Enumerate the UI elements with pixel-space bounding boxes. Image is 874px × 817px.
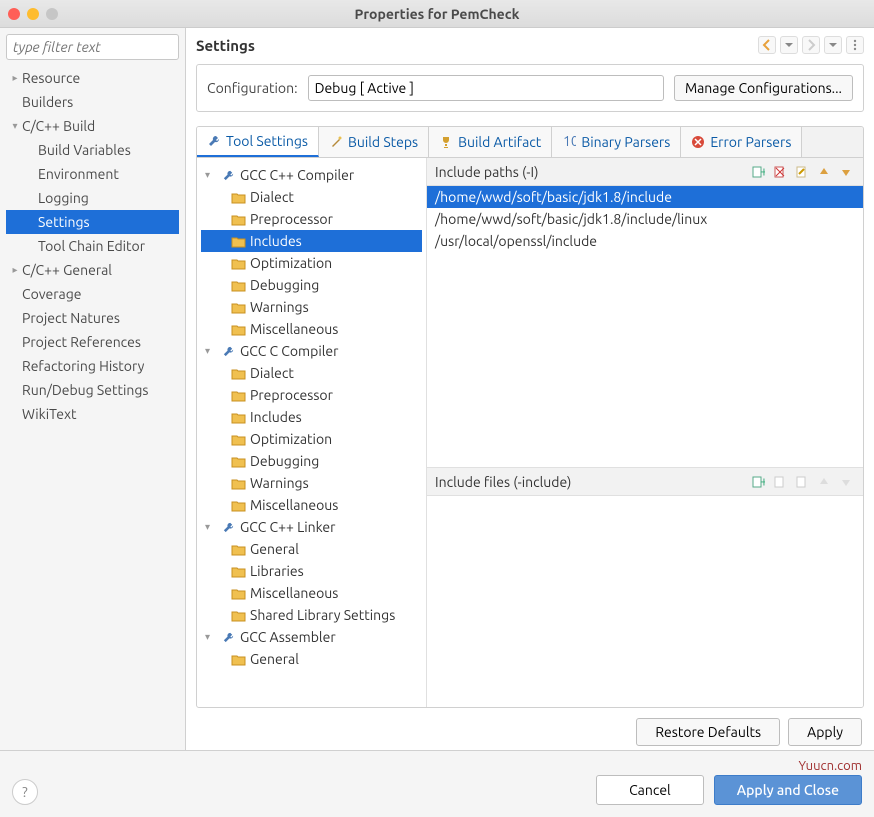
- delete-file-icon[interactable]: [771, 473, 789, 491]
- watermark: Yuucn.com: [798, 759, 862, 773]
- configuration-box: Configuration: Debug [ Active ] Manage C…: [196, 64, 864, 112]
- window-title: Properties for PemCheck: [0, 6, 874, 22]
- tab-error-parsers[interactable]: Error Parsers: [681, 127, 802, 157]
- tabs-container: Tool SettingsBuild StepsBuild Artifact10…: [196, 126, 864, 708]
- minimize-window[interactable]: [27, 8, 39, 20]
- sidebar-item-environment[interactable]: Environment: [6, 162, 179, 186]
- move-file-up-icon[interactable]: [815, 473, 833, 491]
- menu-icon[interactable]: [846, 36, 864, 54]
- content-pane: Settings Configuration: Debug [ Active ]…: [186, 28, 874, 750]
- tool-option-optimization[interactable]: Optimization: [201, 428, 422, 450]
- tool-option-warnings[interactable]: Warnings: [201, 472, 422, 494]
- sidebar-item-tool-chain-editor[interactable]: Tool Chain Editor: [6, 234, 179, 258]
- sidebar-item-c-c-general[interactable]: ▸C/C++ General: [6, 258, 179, 282]
- include-files-title: Include files (-include): [435, 474, 571, 490]
- cancel-button[interactable]: Cancel: [596, 775, 704, 805]
- include-path-row[interactable]: /home/wwd/soft/basic/jdk1.8/include: [427, 186, 863, 208]
- nav-buttons: [758, 36, 864, 54]
- tool-gcc-c-compiler[interactable]: ▾GCC C Compiler: [201, 340, 422, 362]
- sidebar-tree: ▸ResourceBuilders▾C/C++ BuildBuild Varia…: [6, 66, 179, 426]
- bottom-bar: ? Yuucn.com Cancel Apply and Close: [0, 750, 874, 817]
- move-up-icon[interactable]: [815, 163, 833, 181]
- tool-option-preprocessor[interactable]: Preprocessor: [201, 208, 422, 230]
- titlebar: Properties for PemCheck: [0, 0, 874, 28]
- help-button[interactable]: ?: [12, 779, 38, 805]
- include-paths-title: Include paths (-I): [435, 164, 538, 180]
- close-window[interactable]: [8, 8, 20, 20]
- forward-button[interactable]: [802, 36, 820, 54]
- tab-build-steps[interactable]: Build Steps: [319, 127, 429, 157]
- tool-option-dialect[interactable]: Dialect: [201, 362, 422, 384]
- sidebar-item-refactoring-history[interactable]: Refactoring History: [6, 354, 179, 378]
- edit-path-icon[interactable]: [793, 163, 811, 181]
- tool-option-general[interactable]: General: [201, 538, 422, 560]
- tool-option-optimization[interactable]: Optimization: [201, 252, 422, 274]
- tab-tool-settings[interactable]: Tool Settings: [197, 127, 319, 157]
- tool-option-dialect[interactable]: Dialect: [201, 186, 422, 208]
- tool-option-warnings[interactable]: Warnings: [201, 296, 422, 318]
- sidebar-item-settings[interactable]: Settings: [6, 210, 179, 234]
- add-file-icon[interactable]: +: [749, 473, 767, 491]
- sidebar-item-build-variables[interactable]: Build Variables: [6, 138, 179, 162]
- forward-dropdown[interactable]: [824, 36, 842, 54]
- filter-input[interactable]: [6, 34, 179, 60]
- sidebar-item-c-c-build[interactable]: ▾C/C++ Build: [6, 114, 179, 138]
- tab-binary-parsers[interactable]: 101Binary Parsers: [552, 127, 681, 157]
- tool-tree: ▾GCC C++ CompilerDialectPreprocessorIncl…: [197, 158, 427, 707]
- sidebar-item-logging[interactable]: Logging: [6, 186, 179, 210]
- tool-option-includes[interactable]: Includes: [201, 406, 422, 428]
- manage-configurations-button[interactable]: Manage Configurations...: [674, 75, 853, 101]
- tool-gcc-assembler[interactable]: ▾GCC Assembler: [201, 626, 422, 648]
- maximize-window[interactable]: [46, 8, 58, 20]
- apply-and-close-button[interactable]: Apply and Close: [714, 775, 862, 805]
- apply-button[interactable]: Apply: [788, 718, 862, 746]
- page-title: Settings: [196, 37, 255, 54]
- window-controls: [8, 8, 58, 20]
- back-button[interactable]: [758, 36, 776, 54]
- tool-option-libraries[interactable]: Libraries: [201, 560, 422, 582]
- sidebar-item-project-natures[interactable]: Project Natures: [6, 306, 179, 330]
- sidebar-item-resource[interactable]: ▸Resource: [6, 66, 179, 90]
- delete-path-icon[interactable]: [771, 163, 789, 181]
- configuration-label: Configuration:: [207, 80, 298, 96]
- edit-file-icon[interactable]: [793, 473, 811, 491]
- tool-gcc-c-compiler[interactable]: ▾GCC C++ Compiler: [201, 164, 422, 186]
- tool-option-debugging[interactable]: Debugging: [201, 450, 422, 472]
- include-path-row[interactable]: /home/wwd/soft/basic/jdk1.8/include/linu…: [427, 208, 863, 230]
- tool-option-miscellaneous[interactable]: Miscellaneous: [201, 582, 422, 604]
- svg-text:+: +: [760, 475, 765, 489]
- move-down-icon[interactable]: [837, 163, 855, 181]
- tool-option-miscellaneous[interactable]: Miscellaneous: [201, 494, 422, 516]
- configuration-select[interactable]: Debug [ Active ]: [308, 75, 664, 101]
- move-file-down-icon[interactable]: [837, 473, 855, 491]
- sidebar-item-run-debug-settings[interactable]: Run/Debug Settings: [6, 378, 179, 402]
- tabstrip: Tool SettingsBuild StepsBuild Artifact10…: [197, 127, 863, 158]
- detail-panel: Include paths (-I) + /home/wwd/soft/basi…: [427, 158, 863, 707]
- svg-text:+: +: [760, 165, 765, 179]
- tool-option-debugging[interactable]: Debugging: [201, 274, 422, 296]
- tool-option-miscellaneous[interactable]: Miscellaneous: [201, 318, 422, 340]
- include-files-list[interactable]: [427, 496, 863, 707]
- sidebar-item-wikitext[interactable]: WikiText: [6, 402, 179, 426]
- restore-defaults-button[interactable]: Restore Defaults: [636, 718, 780, 746]
- sidebar-item-project-references[interactable]: Project References: [6, 330, 179, 354]
- add-path-icon[interactable]: +: [749, 163, 767, 181]
- back-dropdown[interactable]: [780, 36, 798, 54]
- svg-text:101: 101: [563, 135, 576, 149]
- tool-option-shared-library-settings[interactable]: Shared Library Settings: [201, 604, 422, 626]
- include-path-row[interactable]: /usr/local/openssl/include: [427, 230, 863, 252]
- tool-option-general[interactable]: General: [201, 648, 422, 670]
- sidebar-item-coverage[interactable]: Coverage: [6, 282, 179, 306]
- tool-option-preprocessor[interactable]: Preprocessor: [201, 384, 422, 406]
- sidebar: ▸ResourceBuilders▾C/C++ BuildBuild Varia…: [0, 28, 186, 750]
- tab-build-artifact[interactable]: Build Artifact: [429, 127, 552, 157]
- sidebar-item-builders[interactable]: Builders: [6, 90, 179, 114]
- tool-gcc-c-linker[interactable]: ▾GCC C++ Linker: [201, 516, 422, 538]
- include-paths-list[interactable]: /home/wwd/soft/basic/jdk1.8/include/home…: [427, 186, 863, 467]
- tool-option-includes[interactable]: Includes: [201, 230, 422, 252]
